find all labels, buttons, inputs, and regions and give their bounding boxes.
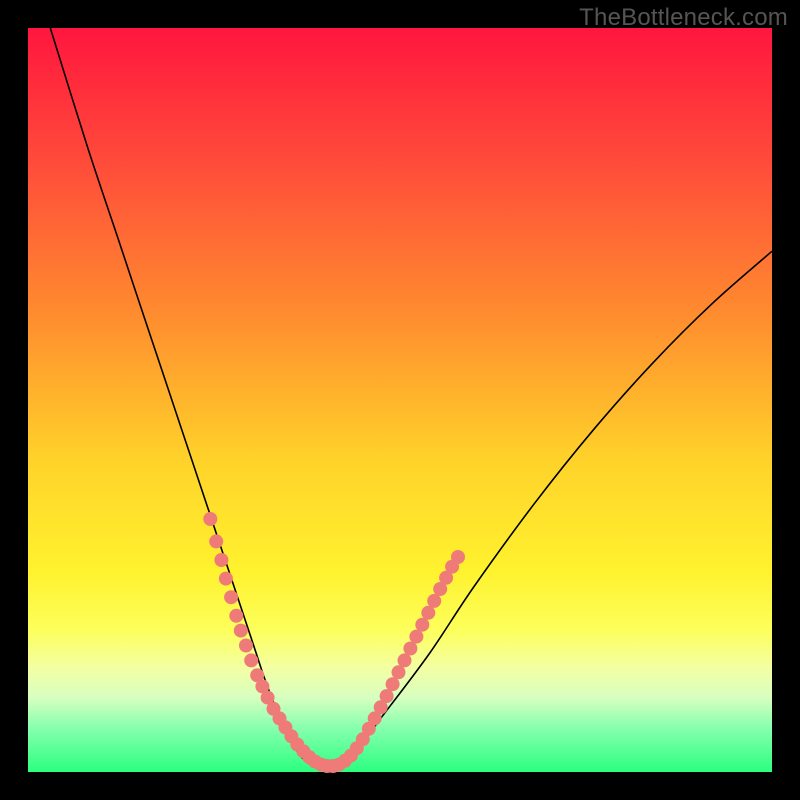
plot-area xyxy=(28,28,772,772)
sample-dot xyxy=(239,639,253,653)
sample-dot xyxy=(203,512,217,526)
sample-dot xyxy=(451,550,465,564)
sample-dot xyxy=(386,677,400,691)
sample-dot xyxy=(229,609,243,623)
sample-dot xyxy=(380,689,394,703)
sample-dot xyxy=(234,624,248,638)
sample-dot xyxy=(224,590,238,604)
curve-svg xyxy=(28,28,772,772)
sample-dot xyxy=(392,665,406,679)
sample-dot xyxy=(244,653,258,667)
sample-dot xyxy=(409,630,423,644)
chart-frame: TheBottleneck.com xyxy=(0,0,800,800)
sample-dot xyxy=(209,534,223,548)
sample-dot xyxy=(214,553,228,567)
sample-dot xyxy=(403,642,417,656)
bottleneck-curve xyxy=(50,28,772,766)
sample-dot xyxy=(415,618,429,632)
sample-dot xyxy=(398,653,412,667)
sample-dots xyxy=(203,512,465,773)
sample-dot xyxy=(421,606,435,620)
sample-dot xyxy=(219,572,233,586)
sample-dot xyxy=(427,594,441,608)
